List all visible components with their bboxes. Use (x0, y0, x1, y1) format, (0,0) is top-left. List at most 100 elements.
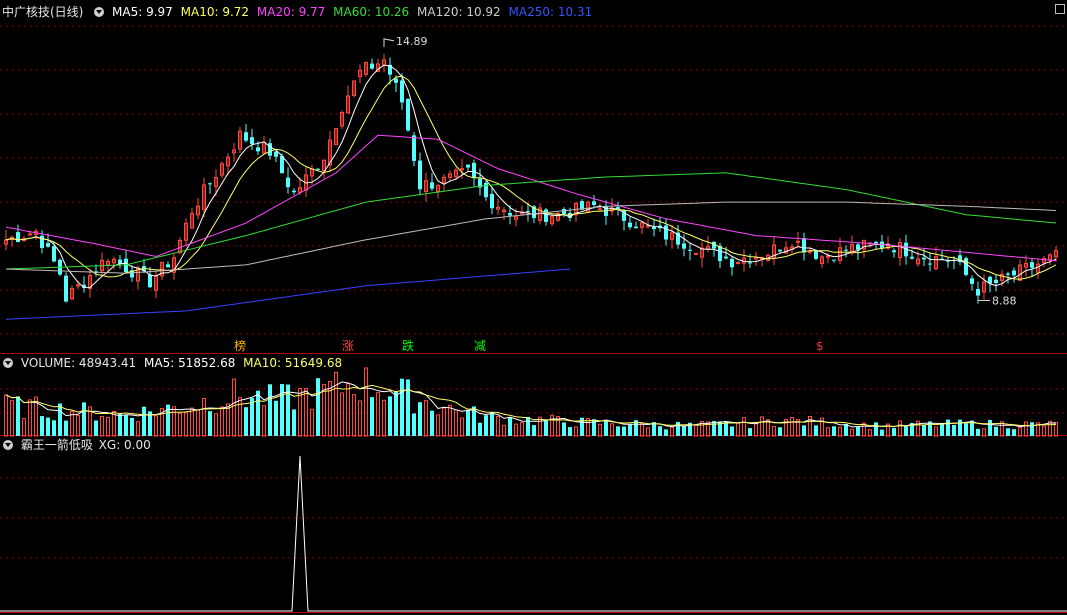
ma250-label: MA250: 10.31 (508, 5, 593, 19)
volume-bar (622, 426, 626, 436)
signal-marker: 跌 (402, 338, 414, 353)
candle-body (748, 262, 752, 264)
candle-body (418, 160, 422, 190)
volume-bar (82, 402, 86, 436)
candle-body (472, 162, 476, 178)
volume-bar (640, 422, 644, 437)
ma120-label: MA120: 10.92 (417, 5, 501, 19)
candle-body (652, 226, 656, 230)
volume-bar (334, 372, 338, 437)
candle-body (814, 250, 818, 259)
volume-header: VOLUME: 48943.41 MA5: 51852.68 MA10: 516… (2, 355, 346, 371)
volume-bar (400, 378, 404, 436)
candle-body (400, 80, 404, 103)
candle-body (292, 190, 296, 193)
volume-bar (142, 406, 146, 436)
volume-bar (436, 414, 440, 437)
volume-bar (394, 391, 398, 436)
volume-bar (316, 378, 320, 436)
indicator-dropdown-icon[interactable] (3, 439, 13, 450)
candle-body (874, 241, 878, 244)
volume-bar (604, 420, 608, 436)
volume-bar (346, 382, 350, 437)
candle-body (406, 98, 410, 131)
signal-marker: $ (816, 339, 824, 353)
candle-body (910, 256, 914, 259)
volume-bar (940, 423, 944, 436)
volume-bar (100, 415, 104, 437)
signal-marker: 榜 (234, 338, 246, 353)
candle-body (250, 137, 254, 145)
candle-body (664, 225, 668, 240)
volume-bar (22, 418, 26, 437)
volume-bar (748, 428, 752, 436)
volume-bar (922, 424, 926, 436)
volume-bar (790, 417, 794, 437)
volume-bar (154, 415, 158, 437)
volume-bar (178, 412, 182, 437)
candle-body (928, 263, 932, 265)
dropdown-icon[interactable] (94, 6, 105, 17)
candle-body (466, 164, 470, 168)
volume-bar (496, 415, 500, 437)
volume-bar (976, 428, 980, 436)
candle-body (856, 244, 860, 250)
candle-body (256, 147, 260, 152)
volume-bar (244, 407, 248, 436)
volume-bar (202, 397, 206, 437)
kline-chart-canvas[interactable]: 14.89 8.88 榜 涨 跌 减 $ (0, 0, 1067, 615)
candle-body (802, 238, 806, 253)
candle-body (964, 258, 968, 275)
volume-bar (526, 416, 530, 436)
volume-bar (352, 394, 356, 437)
xg-signal-line (0, 455, 1067, 612)
candle-body (592, 201, 596, 206)
volume-bar (934, 426, 938, 437)
volume-bar (256, 390, 260, 436)
volume-bar (208, 411, 212, 436)
volume-bar (778, 427, 782, 436)
volume-bar (430, 410, 434, 436)
volume-bar (250, 397, 254, 436)
ma5-label: MA5: 9.97 (112, 5, 173, 19)
candle-body (274, 151, 278, 157)
volume-bar (40, 416, 44, 436)
volume-bar (412, 413, 416, 436)
volume-bar (856, 426, 860, 436)
candle-body (682, 243, 686, 249)
volume-bar (862, 422, 866, 437)
indicator-header: 霸王一箭低吸 XG: 0.00 (2, 437, 155, 453)
volume-bar (742, 417, 746, 437)
volume-bar (490, 412, 494, 436)
volume-bar (550, 414, 554, 437)
volume-bar (220, 406, 224, 437)
volume-bar (52, 420, 56, 436)
volume-bar (274, 400, 278, 436)
maximize-icon[interactable] (1055, 4, 1065, 14)
volume-bar (442, 407, 446, 437)
volume-bar (838, 426, 842, 437)
candle-body (316, 168, 320, 170)
volume-bar (538, 416, 542, 437)
candle-body (508, 213, 512, 216)
volume-bar (1042, 425, 1046, 437)
volume-dropdown-icon[interactable] (3, 357, 13, 368)
volume-bar (172, 406, 176, 437)
candle-body (40, 235, 44, 249)
volume-bar (730, 426, 734, 436)
volume-bar (772, 426, 776, 437)
candle-body (1012, 270, 1016, 276)
signal-marker: 减 (474, 339, 486, 353)
volume-bar (958, 419, 962, 436)
volume-bar (1018, 427, 1022, 437)
candle-body (370, 63, 374, 69)
candle-body (412, 135, 416, 161)
volume-bar (304, 387, 308, 437)
indicator-xg: XG: 0.00 (98, 438, 151, 452)
candle-body (970, 278, 974, 284)
high-price-label: 14.89 (396, 35, 428, 48)
volume-label: VOLUME: 48943.41 (20, 356, 137, 370)
volume-bar (280, 384, 284, 436)
volume-bar (754, 422, 758, 437)
ma10-label: MA10: 9.72 (180, 5, 250, 19)
